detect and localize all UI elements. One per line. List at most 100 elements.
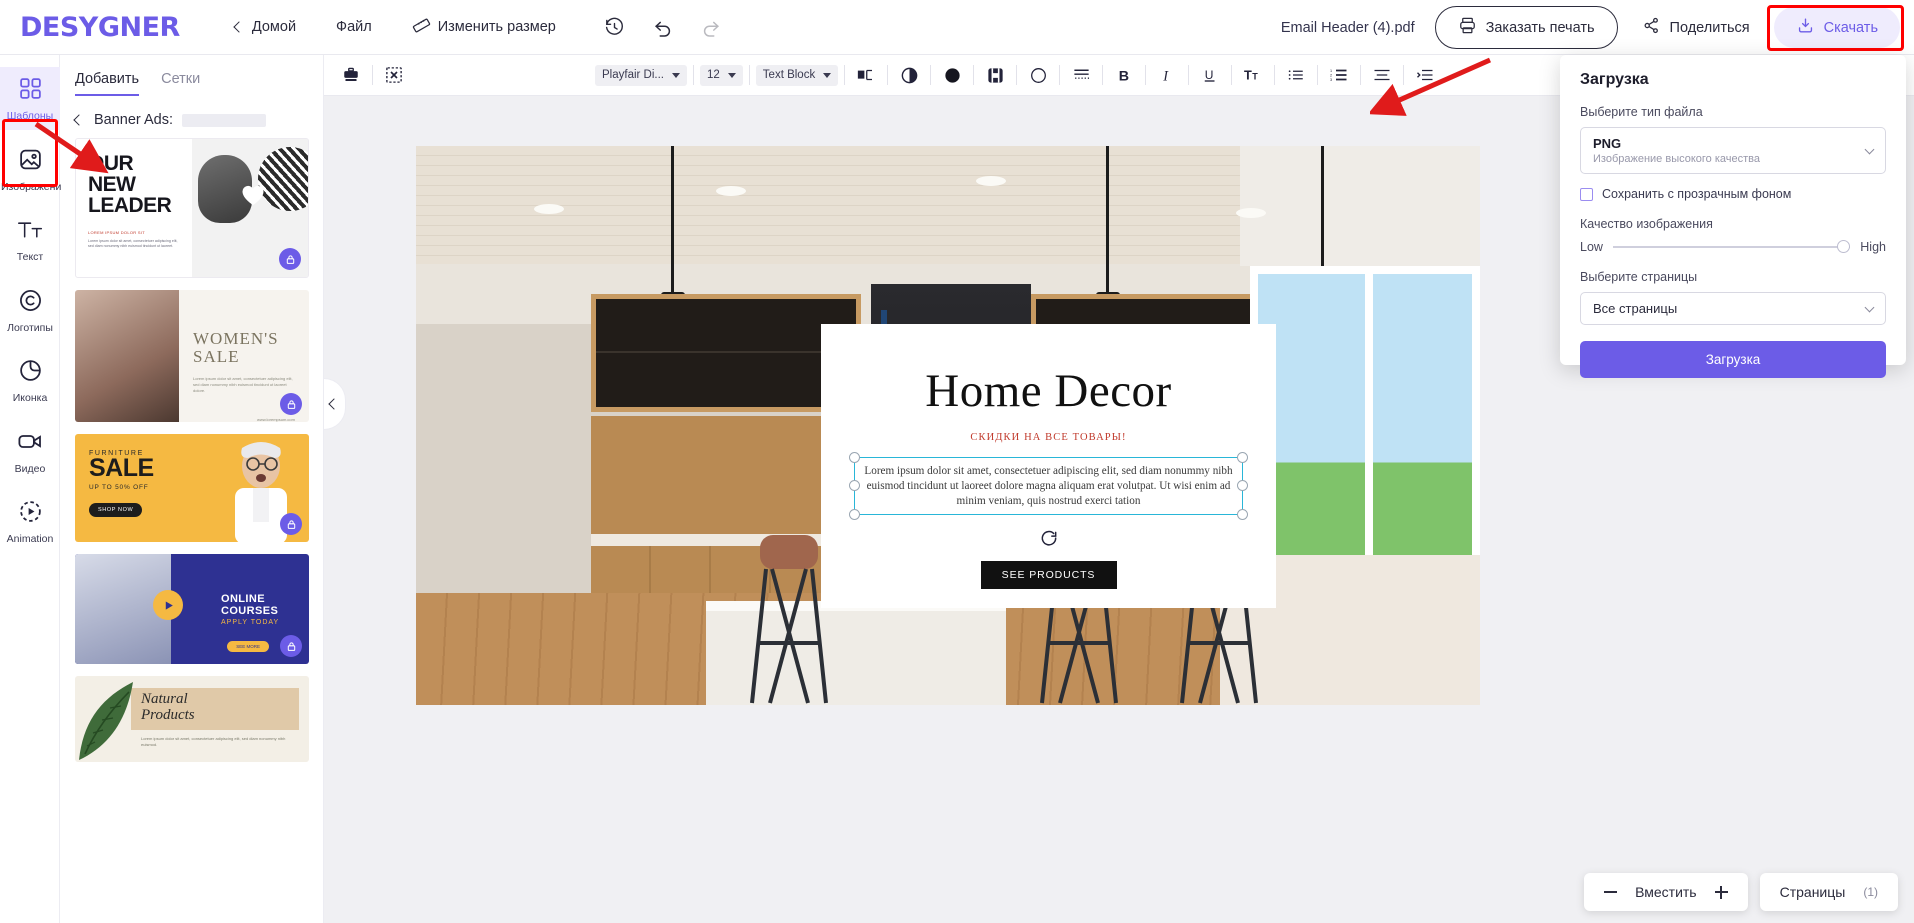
rail-item-logos[interactable]: Логотипы [0, 279, 60, 342]
template-card-online-courses[interactable]: ONLINE COURSES APPLY TODAY SEE MORE [75, 554, 309, 664]
design-cta-button[interactable]: SEE PRODUCTS [981, 561, 1117, 589]
svg-text:1: 1 [1330, 69, 1332, 73]
nav-file[interactable]: Файл [316, 11, 392, 43]
resize-handle-middle-right[interactable] [1237, 480, 1248, 491]
toolbar-divider [749, 65, 750, 85]
template-card-furniture-sale[interactable]: FURNITURE SALE UP TO 50% OFF SHOP NOW [75, 434, 309, 542]
chevron-down-icon [823, 73, 831, 78]
fill-color-icon[interactable] [937, 60, 967, 90]
share-button[interactable]: Поделиться [1632, 7, 1760, 48]
order-print-button[interactable]: Заказать печать [1435, 6, 1618, 49]
nav-resize-label: Изменить размер [438, 19, 556, 35]
rail-item-video[interactable]: Видео [0, 420, 60, 483]
card4-button: SEE MORE [227, 641, 269, 652]
slider-track[interactable] [1613, 246, 1850, 248]
zoom-controls[interactable]: Вместить [1584, 873, 1748, 911]
download-submit-button[interactable]: Загрузка [1580, 341, 1886, 378]
tab-grids[interactable]: Сетки [161, 71, 200, 96]
text-align-wrap-icon[interactable] [851, 60, 881, 90]
zoom-out-icon[interactable] [1604, 891, 1617, 893]
undo-icon[interactable] [648, 12, 678, 42]
quality-slider[interactable]: Low High [1580, 240, 1886, 254]
briefcase-icon[interactable] [336, 60, 366, 90]
rail-item-templates[interactable]: Шаблоны [0, 67, 60, 130]
download-panel: Загрузка Выберите тип файла PNG Изображе… [1560, 55, 1906, 365]
template-card-list: OUR NEW LEADER LOREM IPSUM DOLOR SIT Lor… [60, 138, 323, 762]
filetype-select[interactable]: PNG Изображение высокого качества [1580, 127, 1886, 174]
breadcrumb[interactable]: Banner Ads: [60, 96, 323, 138]
breadcrumb-label: Banner Ads: [94, 112, 173, 128]
history-icon[interactable] [600, 12, 630, 42]
shadow-icon[interactable] [980, 60, 1010, 90]
lock-icon [280, 513, 302, 535]
tab-add[interactable]: Добавить [75, 71, 139, 96]
desygner-editor: DESYGNER Домой Файл Изменить размер [0, 0, 1914, 923]
italic-icon[interactable]: I [1152, 60, 1182, 90]
bold-icon[interactable]: B [1109, 60, 1139, 90]
rotate-handle[interactable] [821, 529, 1276, 549]
toolbar-divider [973, 65, 974, 85]
design-title[interactable]: Home Decor [821, 364, 1276, 418]
quality-high-label: High [1860, 240, 1886, 254]
order-print-label: Заказать печать [1486, 20, 1595, 36]
ruler-icon [412, 16, 431, 39]
contrast-icon[interactable] [894, 60, 924, 90]
rail-item-text[interactable]: Текст [0, 208, 60, 271]
rail-item-images[interactable]: Изображени [0, 138, 60, 201]
text-case-icon[interactable]: TT [1238, 60, 1268, 90]
design-body-text[interactable]: Lorem ipsum dolor sit amet, consectetuer… [863, 464, 1234, 508]
resize-handle-top-left[interactable] [849, 452, 860, 463]
indent-icon[interactable] [1410, 60, 1440, 90]
underline-icon[interactable]: U [1195, 60, 1225, 90]
card3-title: SALE [89, 457, 206, 481]
template-card-womens-sale[interactable]: WOMEN'S SALE Lorem ipsum dolor sit amet,… [75, 290, 309, 422]
slider-knob[interactable] [1837, 240, 1850, 253]
design-subtitle[interactable]: СКИДКИ НА ВСЕ ТОВАРЫ! [821, 432, 1276, 443]
font-size-select[interactable]: 12 [700, 65, 743, 86]
file-name: Email Header (4).pdf [1281, 20, 1415, 36]
font-family-select[interactable]: Playfair Di... [595, 65, 687, 86]
design-overlay[interactable]: Home Decor СКИДКИ НА ВСЕ ТОВАРЫ! Lorem i… [821, 324, 1276, 608]
card2-line1: WOMEN'S [193, 330, 299, 348]
redo-icon[interactable] [696, 12, 726, 42]
pages-control-label: Страницы [1780, 884, 1846, 900]
numbered-list-icon[interactable]: 1 2 3 [1324, 60, 1354, 90]
resize-handle-bottom-right[interactable] [1237, 509, 1248, 520]
nav-home[interactable]: Домой [215, 11, 316, 43]
download-button[interactable]: Скачать [1774, 7, 1900, 48]
card2-photo [75, 290, 179, 422]
artboard[interactable]: Home Decor СКИДКИ НА ВСЕ ТОВАРЫ! Lorem i… [416, 146, 1480, 705]
outline-icon[interactable] [1023, 60, 1053, 90]
rail-item-sticker[interactable]: Иконка [0, 349, 60, 412]
template-card-natural-products[interactable]: Natural Products Lorem ipsum dolor sit a… [75, 676, 309, 762]
block-type-value: Text Block [763, 69, 815, 81]
resize-handle-middle-left[interactable] [849, 480, 860, 491]
remove-background-icon[interactable] [379, 60, 409, 90]
pages-control-count: (1) [1863, 885, 1878, 899]
chevron-left-icon [328, 398, 339, 409]
resize-handle-bottom-left[interactable] [849, 509, 860, 520]
nav-resize[interactable]: Изменить размер [392, 8, 576, 47]
transparent-background-checkbox[interactable]: Сохранить с прозрачным фоном [1580, 187, 1886, 201]
selected-text-block[interactable]: Lorem ipsum dolor sit amet, consectetuer… [854, 457, 1243, 515]
pages-control[interactable]: Страницы (1) [1760, 873, 1898, 911]
bullet-list-icon[interactable] [1281, 60, 1311, 90]
zoom-in-icon[interactable] [1715, 886, 1728, 899]
template-card-our-new-leader[interactable]: OUR NEW LEADER LOREM IPSUM DOLOR SIT Lor… [75, 138, 309, 278]
download-label: Скачать [1824, 20, 1878, 36]
align-icon[interactable] [1367, 60, 1397, 90]
rail-item-animation[interactable]: Animation [0, 490, 60, 553]
toolbar-divider [930, 65, 931, 85]
sticker-icon [18, 358, 43, 388]
resize-handle-top-right[interactable] [1237, 452, 1248, 463]
quality-label: Качество изображения [1580, 217, 1886, 231]
block-type-select[interactable]: Text Block [756, 65, 838, 86]
chevron-down-icon [728, 73, 736, 78]
pages-select[interactable]: Все страницы [1580, 292, 1886, 325]
printer-icon [1458, 16, 1477, 39]
chevron-left-icon [233, 21, 244, 32]
app-logo[interactable]: DESYGNER [20, 12, 180, 43]
effects-icon[interactable] [1066, 60, 1096, 90]
zoom-fit-label[interactable]: Вместить [1635, 884, 1697, 900]
pages-value: Все страницы [1593, 301, 1677, 316]
